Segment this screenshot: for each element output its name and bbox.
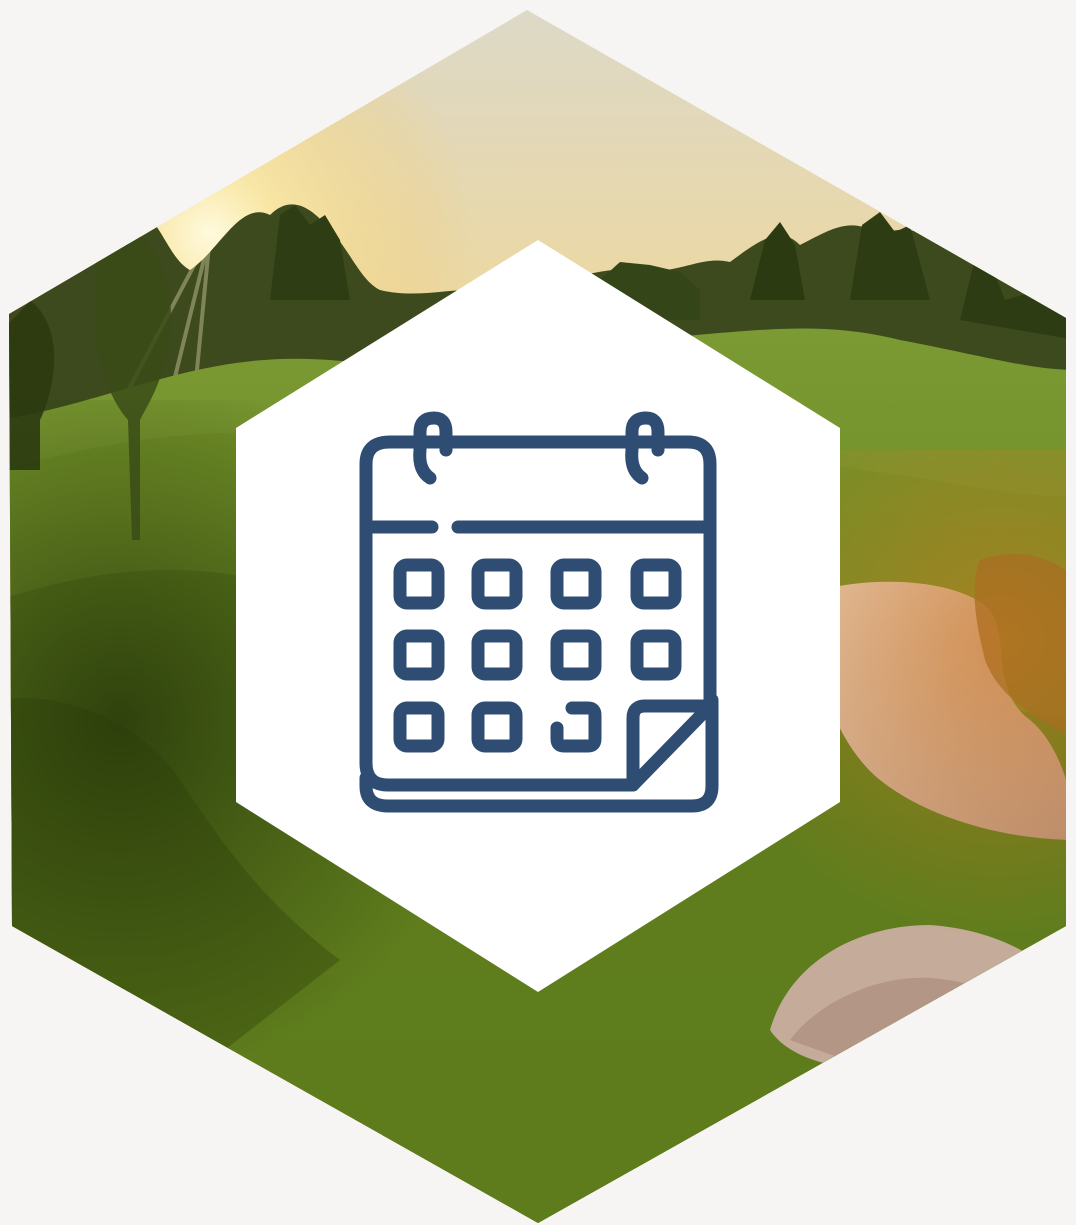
hexagon-graphic [0, 0, 1076, 1225]
